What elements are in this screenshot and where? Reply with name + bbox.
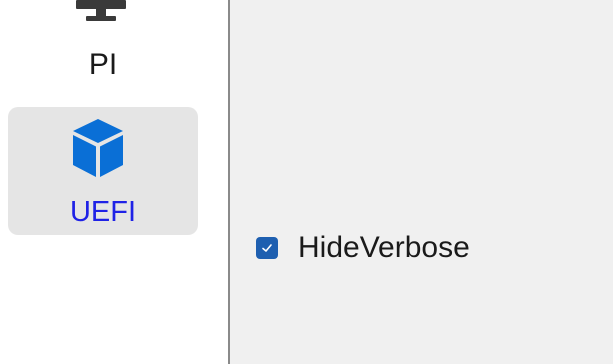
monitor-icon xyxy=(76,0,126,22)
app-window: PI UEFI HideVerbose xyxy=(0,0,613,364)
sidebar-item-pi[interactable]: PI xyxy=(8,0,198,90)
main-panel: HideVerbose xyxy=(230,0,613,364)
sidebar-item-label: PI xyxy=(88,48,118,81)
sidebar: PI UEFI xyxy=(0,0,228,364)
cube-icon xyxy=(71,117,125,179)
hide-verbose-option[interactable]: HideVerbose xyxy=(256,228,470,268)
checkmark-icon xyxy=(262,244,272,252)
sidebar-item-uefi[interactable]: UEFI xyxy=(8,107,198,235)
hide-verbose-checkbox[interactable] xyxy=(256,237,278,259)
sidebar-item-label: UEFI xyxy=(69,196,137,228)
hide-verbose-label: HideVerbose xyxy=(298,231,470,264)
